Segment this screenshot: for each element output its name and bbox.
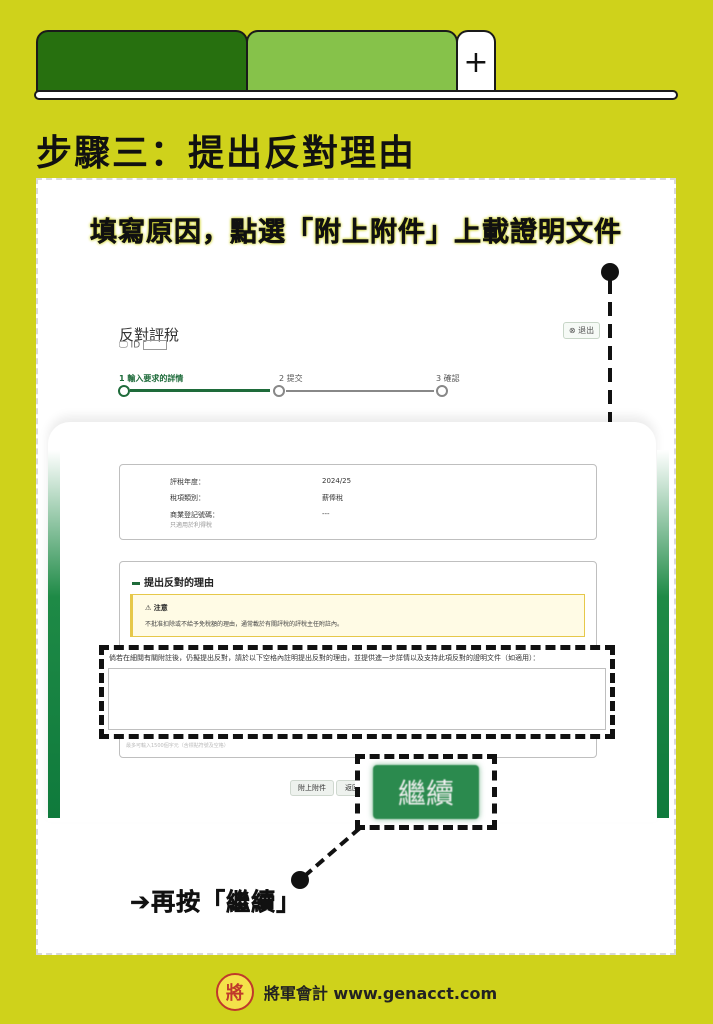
step-1-progress	[130, 389, 270, 392]
step-2-label: 2 提交	[279, 374, 303, 383]
tab-baseline	[34, 90, 678, 100]
continue-button[interactable]: 繼續	[373, 765, 479, 819]
step-1-dot	[118, 385, 130, 397]
tab-light-green[interactable]	[246, 30, 458, 92]
step-2-progress	[286, 390, 434, 392]
info-label-br-number: 商業登記號碼：	[170, 511, 219, 519]
add-tab-button[interactable]: +	[456, 30, 496, 92]
footer-brand-text: 將軍會計 www.genacct.com	[263, 984, 498, 1003]
seal-logo-icon: 將	[215, 973, 254, 1011]
instruction-card: 填寫原因，點選「附上附件」上載證明文件 反對評稅 🖵 ID ⊗ 退出 1 輸入要…	[36, 178, 676, 955]
attach-file-button[interactable]: 附上附件	[290, 780, 334, 796]
section-dash-icon	[132, 581, 140, 585]
info-label-year: 評稅年度：	[170, 478, 205, 486]
reason-field-label: 倘若在細閱有關附註後，仍擬提出反對，請於以下空格內註明提出反對的理由，並提供進一…	[109, 654, 540, 662]
reason-textarea[interactable]	[108, 668, 606, 730]
tab-dark-green[interactable]	[36, 30, 248, 92]
left-accent-bar	[48, 450, 60, 818]
step-3-dot	[436, 385, 448, 397]
step-1-label: 1 輸入要求的詳情	[119, 374, 184, 383]
info-value-year: 2024/25	[322, 477, 352, 485]
footer: 將 將軍會計 www.genacct.com	[0, 972, 713, 1012]
press-continue-instruction: ➔再按「繼續」	[130, 888, 302, 917]
form-subtitle: 🖵 ID	[119, 340, 168, 351]
info-value-br-number: ---	[322, 510, 330, 518]
notice-body: 不批准扣除或不給予免稅額的理由，通常載於有關評稅的評稅主任附註內。	[145, 621, 344, 628]
exit-button[interactable]: ⊗ 退出	[563, 322, 600, 339]
id-redaction-box	[143, 340, 168, 350]
instruction-text: 填寫原因，點選「附上附件」上載證明文件	[90, 217, 622, 249]
info-label-tax-type: 稅項類別：	[170, 494, 205, 502]
char-limit-hint: 最多可輸入1500個字元（含標點符號及空格）	[126, 743, 229, 749]
notice-title: ⚠ 注意	[145, 604, 168, 612]
info-value-tax-type: 薪俸稅	[322, 494, 343, 502]
assessment-info-box: 評稅年度： 2024/25 稅項類別： 薪俸稅 商業登記號碼： --- 只適用於…	[119, 464, 597, 540]
page-title: 步驟三：提出反對理由	[36, 132, 417, 174]
continue-highlight: 繼續	[355, 754, 497, 830]
info-hint: 只適用於利得稅	[170, 522, 213, 529]
step-3-label: 3 確認	[436, 374, 460, 383]
reason-input-highlight: 倘若在細閱有關附註後，仍擬提出反對，請於以下空格內註明提出反對的理由，並提供進一…	[99, 645, 615, 739]
notice-box: ⚠ 注意 不批准扣除或不給予免稅額的理由，通常載於有關評稅的評稅主任附註內。	[130, 594, 585, 637]
reason-title: 提出反對的理由	[132, 574, 214, 589]
step-2-dot	[273, 385, 285, 397]
right-accent-bar	[657, 450, 669, 818]
